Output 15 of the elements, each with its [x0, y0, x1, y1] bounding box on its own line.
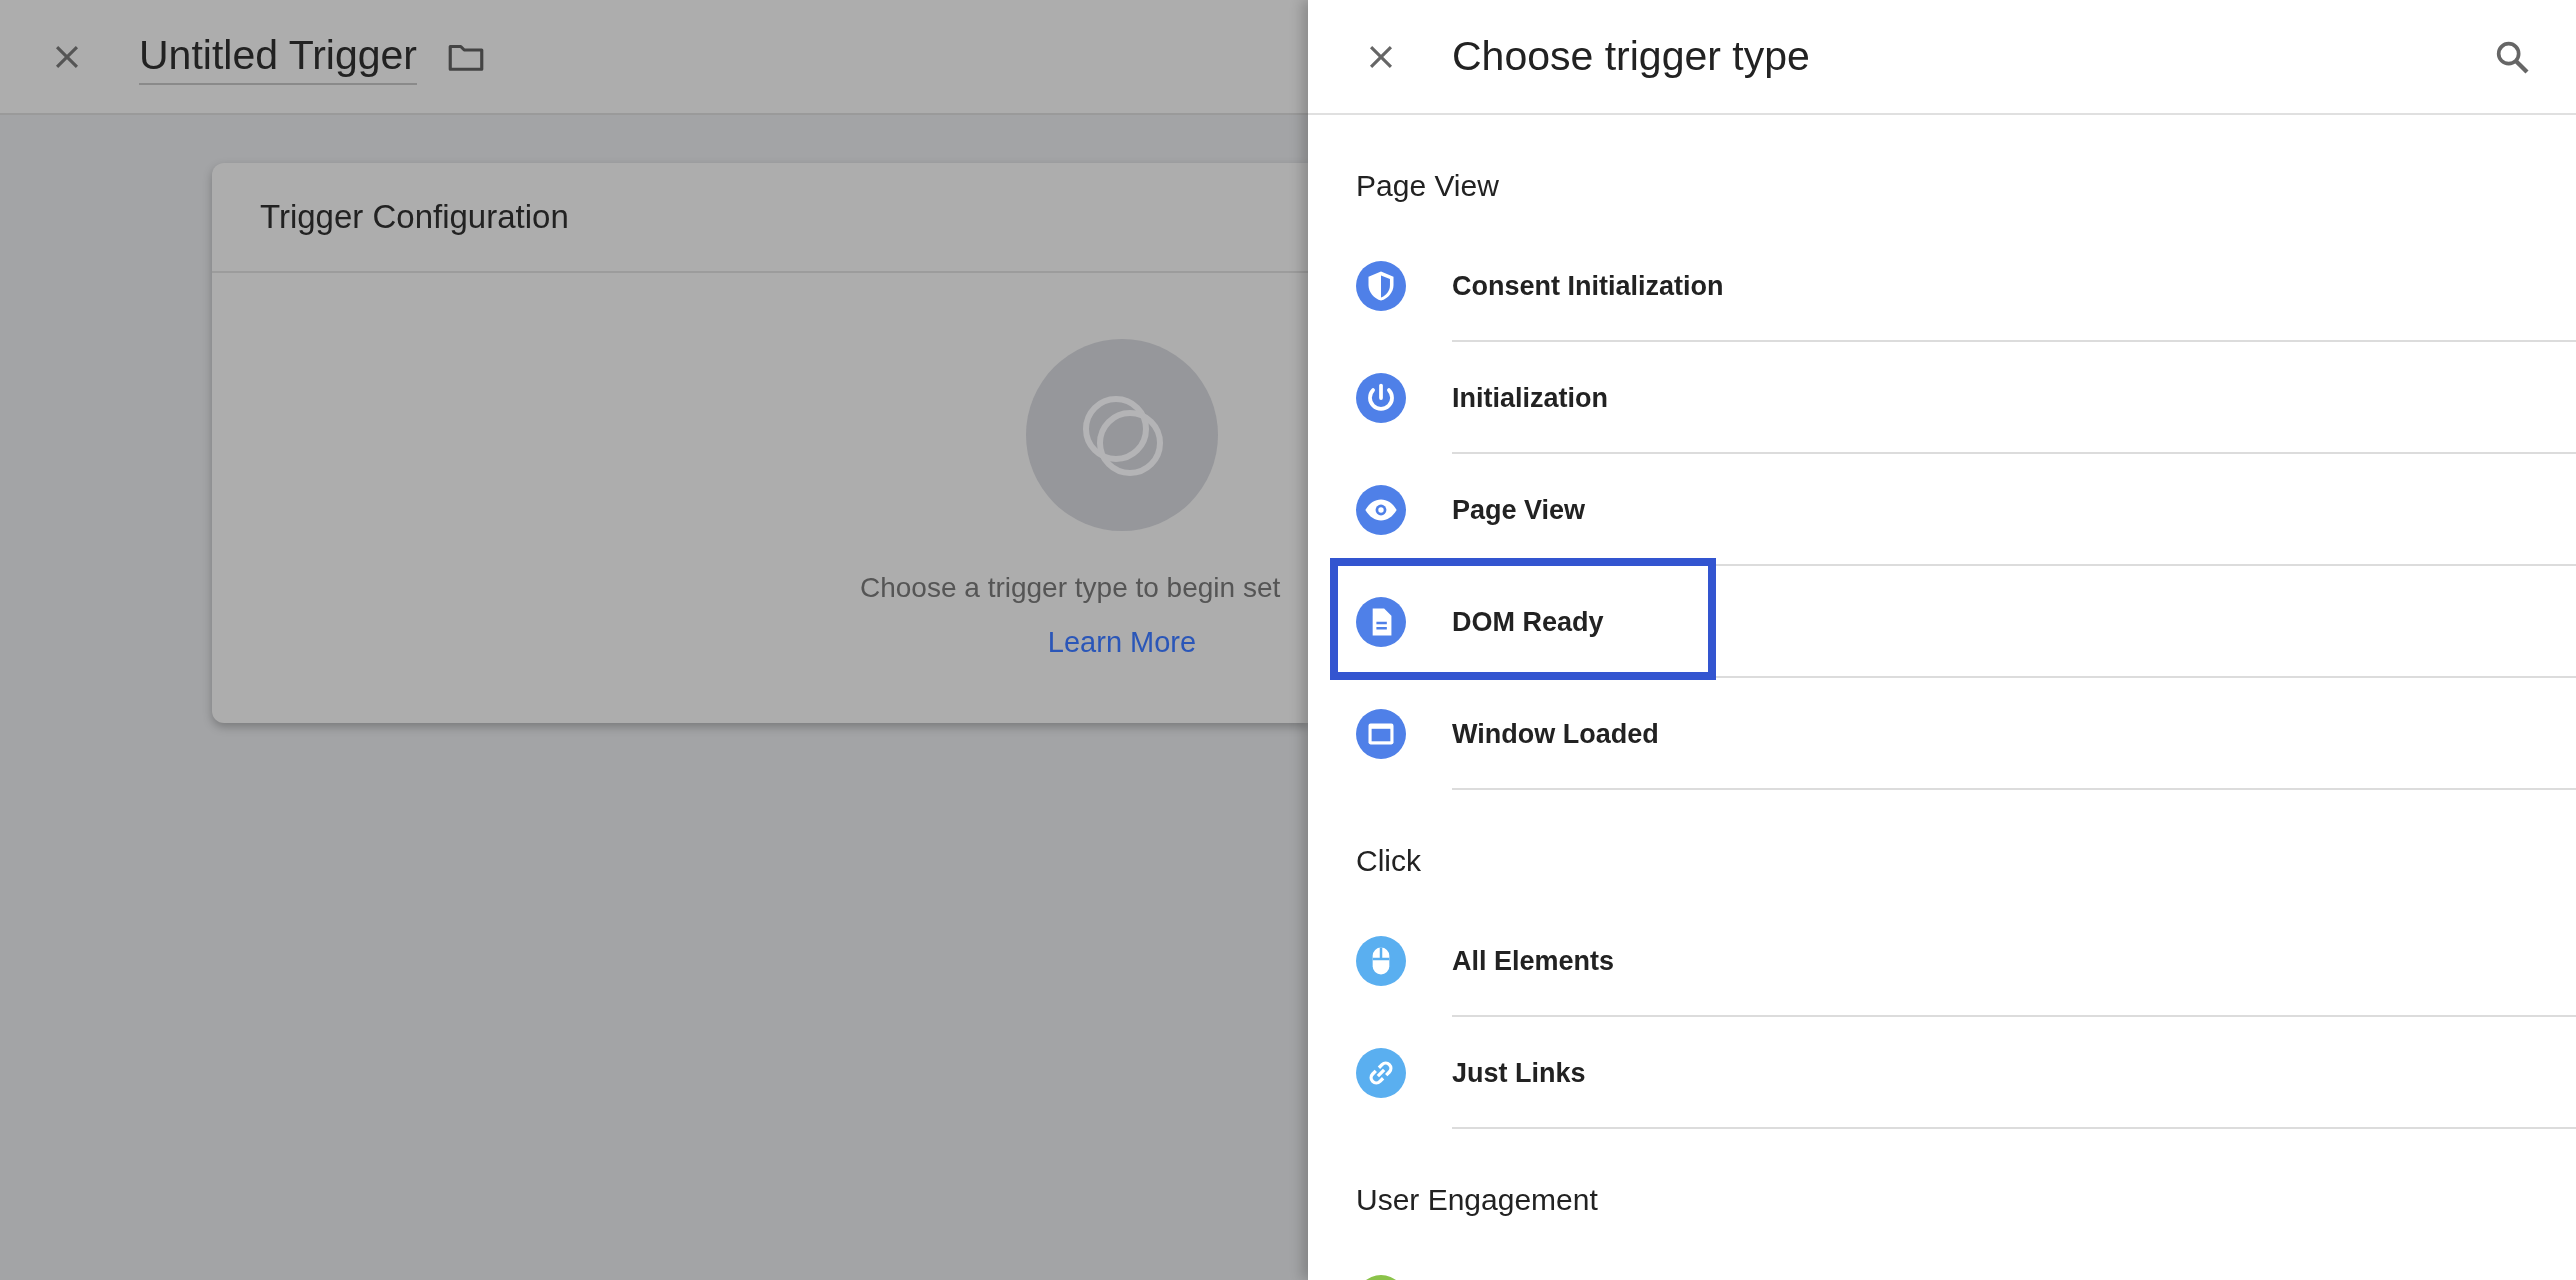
trigger-type-item[interactable]: DOM Ready [1452, 601, 1604, 643]
trigger-type-item[interactable]: Window Loaded [1452, 713, 1659, 755]
panel-title: Choose trigger type [1452, 31, 1810, 81]
trigger-type-item[interactable]: Just Links [1452, 1052, 1586, 1094]
trigger-type-item[interactable]: All Elements [1452, 940, 1615, 982]
hint-text: Choose a trigger type to begin set [860, 571, 1281, 605]
trigger-type-item[interactable]: Initialization [1452, 377, 1608, 419]
section-heading: Click [1356, 843, 1421, 879]
trigger-name-field[interactable]: Untitled Trigger [139, 28, 417, 85]
trigger-type-item[interactable]: Page View [1452, 489, 1586, 531]
trigger-placeholder-icon [1026, 339, 1218, 531]
card-heading: Trigger Configuration [260, 197, 569, 238]
section-heading: Page View [1356, 168, 1499, 204]
section-heading: User Engagement [1356, 1182, 1598, 1218]
trigger-type-item[interactable]: Consent Initialization [1452, 265, 1724, 307]
